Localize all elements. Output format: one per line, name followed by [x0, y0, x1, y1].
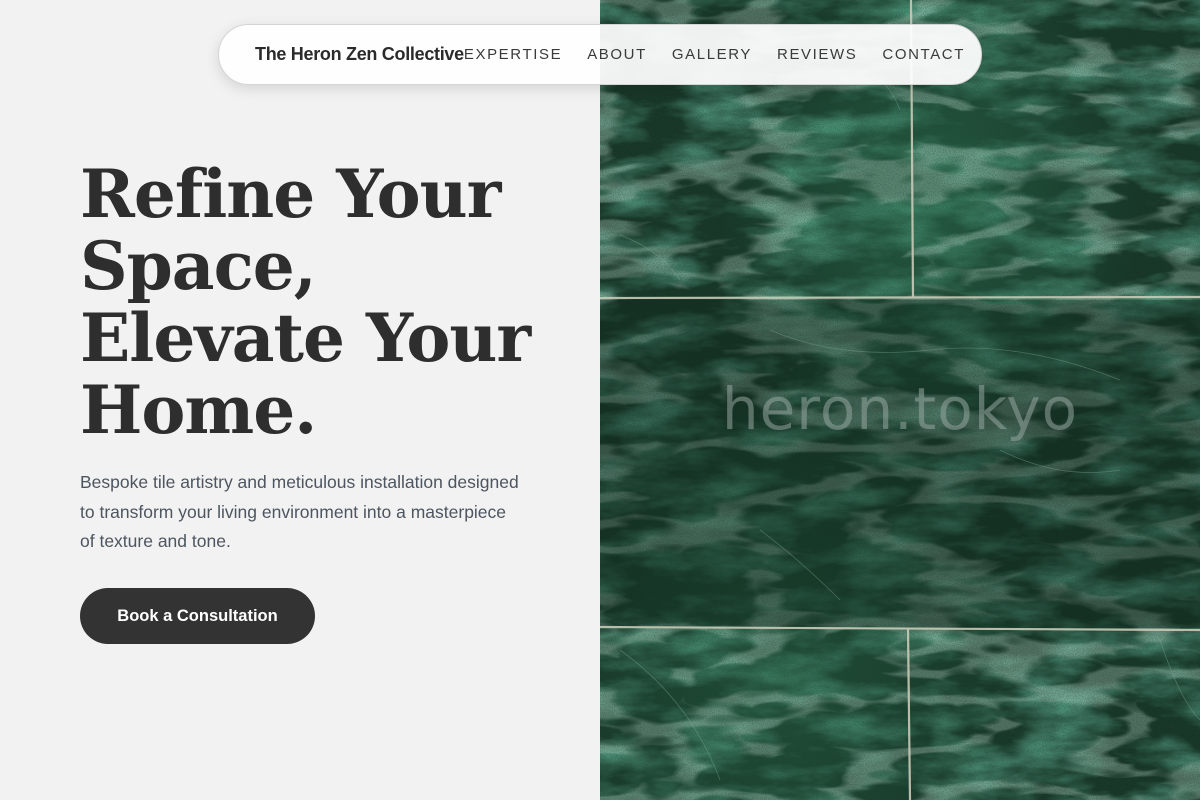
hero-subtext: Bespoke tile artistry and meticulous ins… [80, 472, 519, 551]
nav-link-expertise[interactable]: EXPERTISE [464, 46, 562, 63]
hero-image: heron.tokyo [600, 0, 1200, 800]
hero-headline-line: Space, [80, 227, 317, 305]
hero-headline-line: Home. [80, 371, 317, 449]
book-consultation-button[interactable]: Book a Consultation [80, 588, 315, 644]
hero-headline: Refine Your Space, Elevate Your Home. [80, 158, 580, 446]
hero-left-panel: Refine Your Space, Elevate Your Home. Be… [0, 0, 600, 800]
nav-link-reviews[interactable]: REVIEWS [777, 46, 857, 63]
top-navigation: The Heron Zen Collective EXPERTISE ABOUT… [218, 24, 982, 85]
nav-link-gallery[interactable]: GALLERY [672, 46, 752, 63]
nav-link-contact[interactable]: CONTACT [882, 46, 965, 63]
hero-headline-line: Refine Your [80, 155, 501, 233]
hero-headline-line: Elevate Your [80, 299, 531, 377]
nav-link-about[interactable]: ABOUT [587, 46, 647, 63]
page: Refine Your Space, Elevate Your Home. Be… [0, 0, 1200, 800]
marble-tile-image [600, 0, 1200, 800]
brand-logo-link[interactable]: The Heron Zen Collective [255, 44, 464, 65]
nav-links: EXPERTISE ABOUT GALLERY REVIEWS CONTACT [464, 46, 965, 63]
